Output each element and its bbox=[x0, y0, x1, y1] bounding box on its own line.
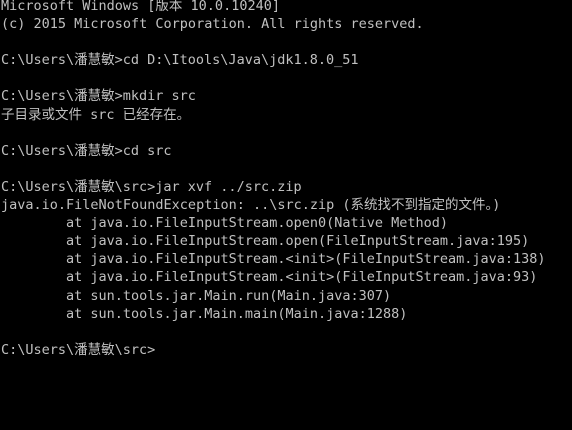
console-line: C:\Users\潘慧敏>cd D:\Itools\Java\jdk1.8.0_… bbox=[1, 52, 359, 69]
console-line: Microsoft Windows [版本 10.0.10240] bbox=[1, 0, 280, 14]
console-line: at sun.tools.jar.Main.main(Main.java:128… bbox=[1, 305, 408, 322]
console-output: Microsoft Windows [版本 10.0.10240] (c) 20… bbox=[1, 0, 572, 359]
console-line: (c) 2015 Microsoft Corporation. All righ… bbox=[1, 16, 424, 33]
console-line: at java.io.FileInputStream.<init>(FileIn… bbox=[1, 269, 538, 286]
console-line: C:\Users\潘慧敏>cd src bbox=[1, 142, 172, 159]
console-line: at java.io.FileInputStream.open(FileInpu… bbox=[1, 233, 530, 250]
console-window[interactable]: Microsoft Windows [版本 10.0.10240] (c) 20… bbox=[0, 0, 572, 430]
console-line: 子目录或文件 src 已经存在。 bbox=[1, 106, 191, 123]
console-line: at java.io.FileInputStream.open0(Native … bbox=[1, 215, 449, 232]
console-line: at java.io.FileInputStream.<init>(FileIn… bbox=[1, 251, 546, 268]
console-prompt[interactable]: C:\Users\潘慧敏\src> bbox=[1, 341, 572, 359]
console-line: at sun.tools.jar.Main.run(Main.java:307) bbox=[1, 287, 392, 304]
console-line: C:\Users\潘慧敏>mkdir src bbox=[1, 88, 196, 105]
console-line: java.io.FileNotFoundException: ..\src.zi… bbox=[1, 197, 501, 214]
console-line: C:\Users\潘慧敏\src>jar xvf ../src.zip bbox=[1, 178, 302, 195]
